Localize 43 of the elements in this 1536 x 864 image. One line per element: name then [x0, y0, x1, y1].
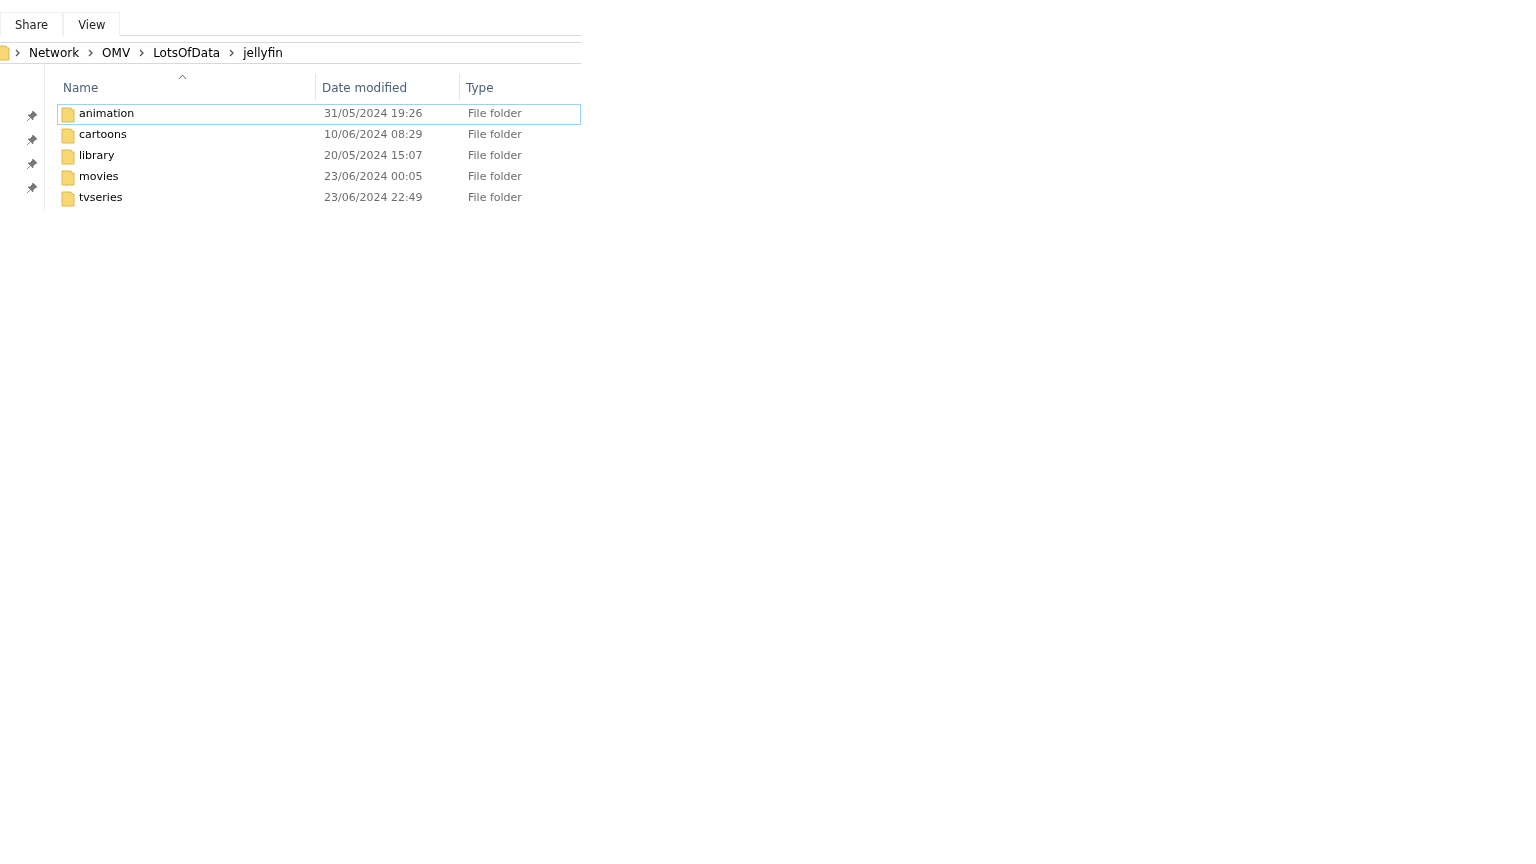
- column-header[interactable]: Date modified: [315, 74, 459, 100]
- date-cell-text: 23/06/2024 00:05: [323, 169, 424, 186]
- file-name: movies: [79, 169, 119, 186]
- type-cell-text: File folder: [467, 106, 523, 123]
- file-row[interactable]: tvseries 23/06/2024 22:49 File folder: [57, 188, 581, 209]
- column-header[interactable]: Type: [459, 74, 581, 100]
- pin-icon[interactable]: [27, 110, 38, 121]
- breadcrumb[interactable]: Network: [25, 44, 84, 62]
- date-cell-text: 23/06/2024 22:49: [323, 190, 424, 207]
- chevron-icon[interactable]: [228, 49, 236, 57]
- file-name: tvseries: [79, 190, 123, 207]
- ribbon-tab[interactable]: Share: [0, 12, 64, 36]
- folder-icon: [61, 190, 75, 207]
- folder-icon: [61, 106, 75, 123]
- type-cell-text: File folder: [467, 127, 523, 144]
- breadcrumb[interactable]: OMV: [98, 44, 135, 62]
- breadcrumb[interactable]: jellyfin: [239, 44, 287, 62]
- folder-icon: [61, 148, 75, 165]
- pin-icon[interactable]: [27, 158, 38, 169]
- breadcrumb[interactable]: LotsOfData: [149, 44, 225, 62]
- file-row[interactable]: library 20/05/2024 15:07 File folder: [57, 146, 581, 167]
- chevron-icon[interactable]: [138, 49, 146, 57]
- date-cell-text: 10/06/2024 08:29: [323, 127, 424, 144]
- file-name: library: [79, 148, 115, 165]
- folder-icon: [61, 127, 75, 144]
- pin-icon[interactable]: [27, 182, 38, 193]
- file-row[interactable]: movies 23/06/2024 00:05 File folder: [57, 167, 581, 188]
- type-cell-text: File folder: [467, 190, 523, 207]
- file-row[interactable]: cartoons 10/06/2024 08:29 File folder: [57, 125, 581, 146]
- file-name: animation: [79, 106, 135, 123]
- ribbon-tab[interactable]: View: [63, 12, 121, 36]
- column-header[interactable]: Name: [60, 74, 315, 100]
- date-cell-text: 31/05/2024 19:26: [323, 106, 424, 123]
- folder-icon: [61, 169, 75, 186]
- pin-icon[interactable]: [27, 134, 38, 145]
- date-cell-text: 20/05/2024 15:07: [323, 148, 424, 165]
- chevron-icon[interactable]: [87, 49, 95, 57]
- type-cell-text: File folder: [467, 148, 523, 165]
- type-cell-text: File folder: [467, 169, 523, 186]
- file-name: cartoons: [79, 127, 127, 144]
- file-row[interactable]: animation 31/05/2024 19:26 File folder: [57, 104, 581, 125]
- folder-icon: [0, 45, 10, 61]
- chevron-icon[interactable]: [14, 49, 21, 57]
